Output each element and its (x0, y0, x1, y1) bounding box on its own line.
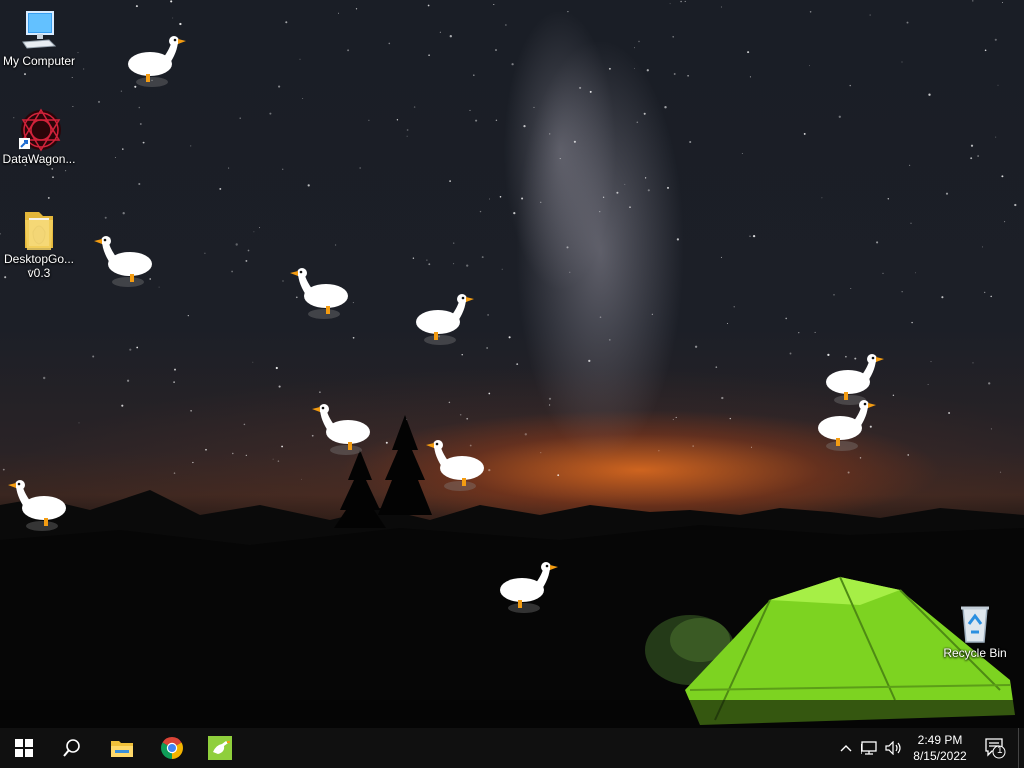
desktop-icon-desktopgoose-folder[interactable]: DesktopGo... v0.3 (1, 208, 77, 280)
goose-sprite[interactable] (304, 400, 372, 463)
desktop-icon-label-line2: v0.3 (27, 266, 51, 280)
file-explorer-icon (111, 741, 133, 757)
taskbar: 2:49 PM 8/15/2022 1 (0, 728, 1024, 768)
chevron-up-icon (840, 745, 852, 752)
desktop-icon-recycle-bin[interactable]: Recycle Bin (937, 602, 1013, 660)
recycle-bin-icon (955, 602, 995, 643)
clock-button[interactable]: 2:49 PM 8/15/2022 (908, 728, 972, 768)
goose-sprite[interactable] (126, 32, 194, 95)
network-icon (861, 741, 877, 755)
start-button[interactable] (0, 728, 48, 768)
folder-icon (19, 208, 59, 250)
taskbar-chrome[interactable] (148, 728, 196, 768)
tray-time: 2:49 PM (917, 733, 963, 747)
desktop-icon-label: Recycle Bin (943, 646, 1007, 660)
goose-sprite[interactable] (86, 232, 154, 295)
network-button[interactable] (858, 728, 882, 768)
search-button[interactable] (48, 728, 96, 768)
start-icon (15, 739, 33, 757)
desktop-icon-label: DesktopGo... (3, 252, 75, 266)
goose-sprite[interactable] (418, 436, 486, 499)
goose-sprite[interactable] (0, 476, 68, 539)
computer-icon (19, 10, 59, 50)
taskbar-desktop-goose[interactable] (196, 728, 244, 768)
desktop[interactable]: My Computer DataWagon... DesktopGo... v0… (0, 0, 1024, 728)
goose-sprite[interactable] (498, 558, 566, 621)
volume-button[interactable] (882, 728, 906, 768)
action-center-button[interactable]: 1 (978, 728, 1012, 768)
desktop-icon-datawagon[interactable]: DataWagon... (1, 108, 77, 166)
datawagon-icon (19, 108, 61, 152)
taskbar-file-explorer[interactable] (98, 728, 146, 768)
show-desktop-button[interactable] (1018, 728, 1024, 768)
desktop-icon-label: My Computer (2, 54, 76, 68)
desktop-goose-icon (208, 736, 232, 760)
search-icon (63, 739, 80, 757)
goose-sprite[interactable] (414, 290, 482, 353)
chrome-icon (161, 737, 183, 759)
volume-icon (885, 741, 901, 755)
goose-sprite[interactable] (282, 264, 350, 327)
desktop-icon-my-computer[interactable]: My Computer (1, 10, 77, 68)
tray-date: 8/15/2022 (913, 749, 967, 763)
notification-count-badge: 1 (997, 745, 1003, 756)
goose-sprite[interactable] (816, 396, 884, 459)
desktop-icon-label: DataWagon... (2, 152, 76, 166)
show-hidden-icons-button[interactable] (836, 728, 856, 768)
